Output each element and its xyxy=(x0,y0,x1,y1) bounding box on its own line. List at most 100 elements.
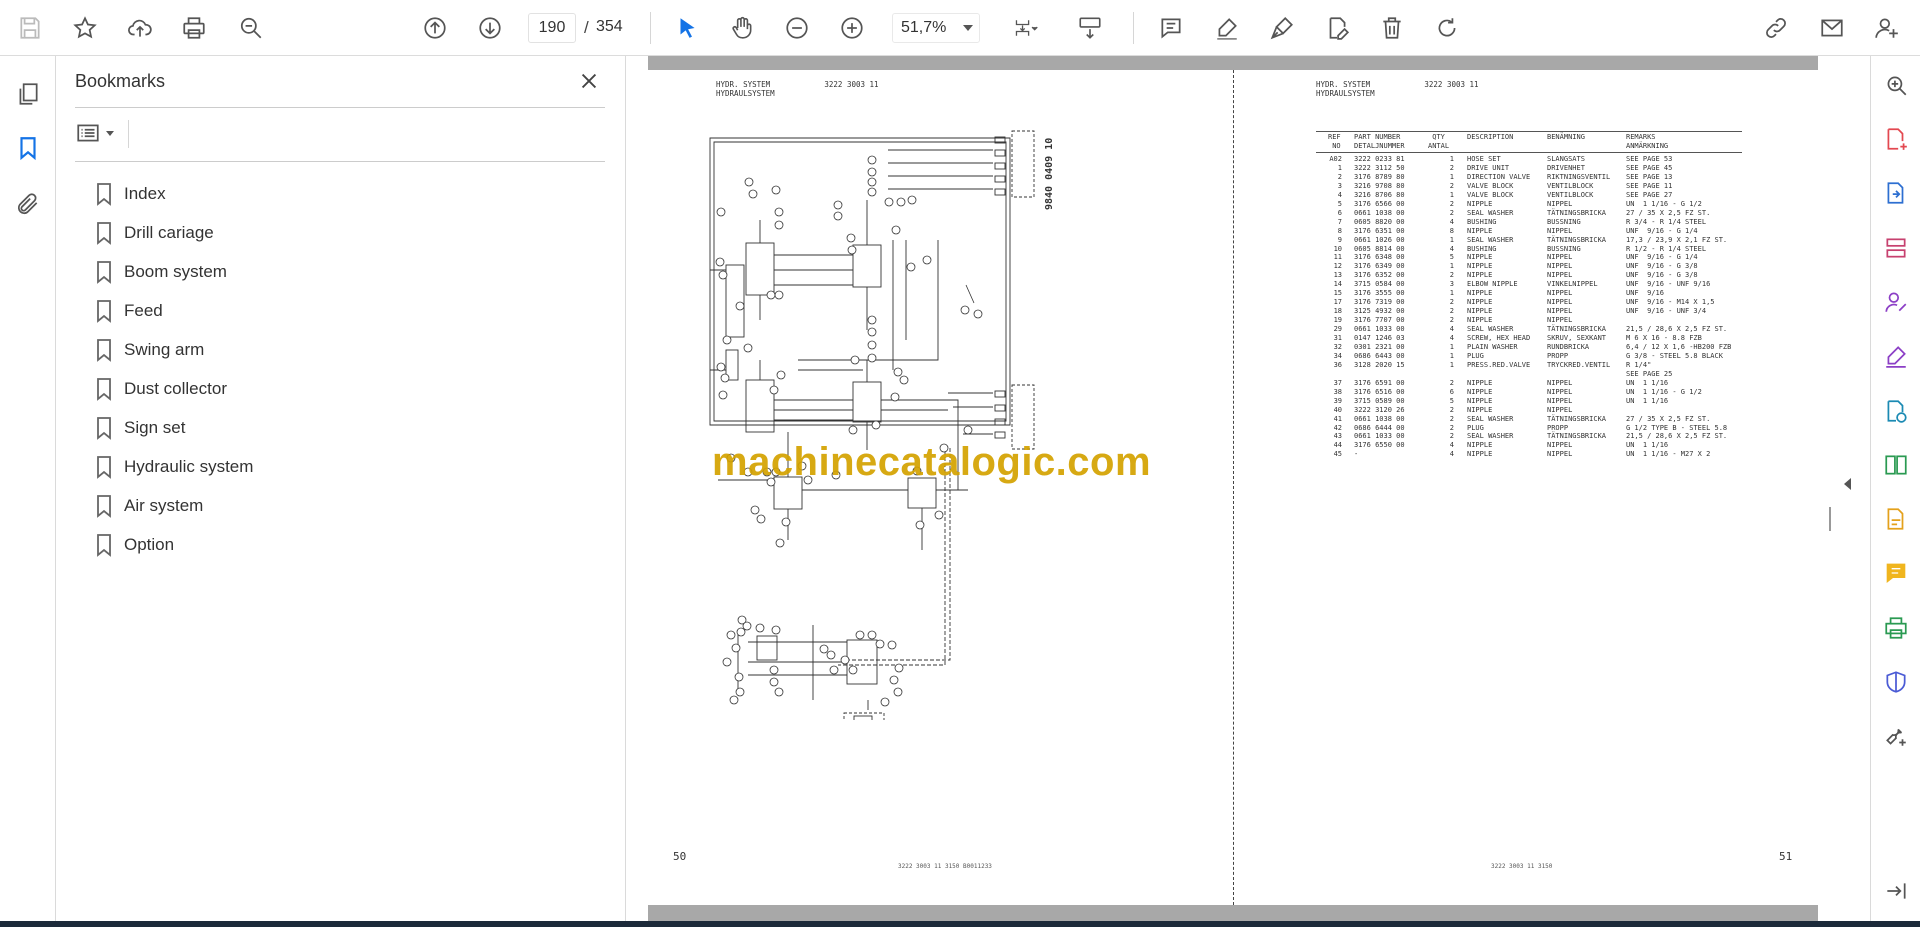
ref-cell: 5 xyxy=(1337,199,1342,208)
zoom-search-icon[interactable] xyxy=(232,9,270,47)
previous-page-icon[interactable] xyxy=(416,9,454,47)
zoom-in-icon[interactable] xyxy=(833,9,871,47)
print-production-icon[interactable] xyxy=(1879,611,1913,645)
attachment-icon[interactable] xyxy=(10,186,46,222)
table-row: 17 3176 7319 00 2 NIPPLE NIPPEL UNF 9/16 - M1… xyxy=(1316,298,1742,307)
description-cell: VALVE BLOCK xyxy=(1467,190,1514,199)
create-pdf-icon[interactable] xyxy=(1879,122,1913,156)
page-gap xyxy=(648,905,1818,921)
edit-document-icon[interactable] xyxy=(1318,9,1356,47)
page-number-input[interactable]: 190 xyxy=(528,13,576,43)
zoom-tool-icon[interactable] xyxy=(1879,68,1913,102)
qty-cell: 4 xyxy=(1449,325,1454,334)
select-cursor-icon[interactable] xyxy=(668,9,706,47)
part-number-cell: 3176 8789 80 xyxy=(1354,172,1405,181)
benamning-cell: TÄTNINGSBRICKA xyxy=(1547,208,1607,217)
qty-cell: 2 xyxy=(1449,414,1454,423)
bookmark-item[interactable]: Option xyxy=(94,525,253,564)
compare-files-icon[interactable] xyxy=(1879,448,1913,482)
trash-icon[interactable] xyxy=(1373,9,1411,47)
remarks-cell: UN 1 1/16 - M27 X 2 xyxy=(1626,450,1711,459)
print-icon[interactable] xyxy=(175,9,213,47)
comment-icon[interactable] xyxy=(1152,9,1190,47)
table-row: 5 3176 6566 00 2 NIPPLE NIPPEL UN 1 1/16 - G … xyxy=(1316,200,1742,209)
zoom-level-select[interactable]: 51,7% xyxy=(892,13,980,43)
next-page-icon[interactable] xyxy=(471,9,509,47)
benamning-cell: NIPPEL xyxy=(1547,262,1573,271)
description-cell: NIPPLE xyxy=(1467,405,1493,414)
description-cell: NIPPLE xyxy=(1467,450,1493,459)
save-icon[interactable] xyxy=(11,9,49,47)
remarks-cell: SEE PAGE 11 xyxy=(1626,181,1673,190)
part-number-cell: - xyxy=(1354,450,1359,459)
upload-cloud-icon[interactable] xyxy=(121,9,159,47)
bookmark-item[interactable]: Boom system xyxy=(94,252,253,291)
organize-pages-icon[interactable] xyxy=(1879,231,1913,265)
table-row: SEE PAGE 25 xyxy=(1316,370,1742,379)
bookmark-label: Air system xyxy=(124,495,204,515)
protect-shield-icon[interactable] xyxy=(1879,665,1913,699)
ref-cell: 3 xyxy=(1337,181,1342,190)
table-row: 15 3176 3555 00 1 NIPPLE NIPPEL UNF 9/16 xyxy=(1316,289,1742,298)
toolbar-divider xyxy=(650,12,651,44)
more-tools-icon[interactable] xyxy=(1879,719,1913,753)
remarks-cell: SEE PAGE 27 xyxy=(1626,190,1673,199)
page-display-icon[interactable] xyxy=(1001,9,1051,47)
bookmark-label: Boom system xyxy=(124,261,227,281)
left-navigation-rail xyxy=(0,56,56,921)
qty-cell: 1 xyxy=(1449,360,1454,369)
bookmark-item[interactable]: Swing arm xyxy=(94,330,253,369)
description-cell: BUSHING xyxy=(1467,244,1497,253)
remarks-cell: UN 1 1/16 - G 1/2 xyxy=(1626,387,1702,396)
page-thumbnails-icon[interactable] xyxy=(10,76,46,112)
bookmark-icon[interactable] xyxy=(10,130,46,166)
part-number-cell: 3216 9708 80 xyxy=(1354,181,1405,190)
bookmark-item[interactable]: Drill cariage xyxy=(94,213,253,252)
share-link-icon[interactable] xyxy=(1757,9,1795,47)
qty-cell: 4 xyxy=(1449,450,1454,459)
scroll-mode-icon[interactable] xyxy=(1071,9,1109,47)
table-row: 34 0686 6443 00 1 PLUG PROPP G 3/8 - STEEL 5.… xyxy=(1316,352,1742,361)
benamning-cell: PROPP xyxy=(1547,351,1569,360)
ref-cell: 12 xyxy=(1333,262,1342,271)
email-icon[interactable] xyxy=(1813,9,1851,47)
collapse-tools-handle[interactable] xyxy=(1844,478,1851,490)
zoom-out-icon[interactable] xyxy=(778,9,816,47)
scrollbar-thumb[interactable] xyxy=(1829,507,1831,531)
close-icon[interactable] xyxy=(576,68,602,94)
bookmark-icon xyxy=(97,377,111,401)
ref-cell: 36 xyxy=(1333,360,1342,369)
comment-tool-icon[interactable] xyxy=(1879,556,1913,590)
account-icon[interactable] xyxy=(1868,9,1906,47)
export-pdf-icon[interactable] xyxy=(1879,176,1913,210)
benamning-cell: SLANGSATS xyxy=(1547,155,1585,163)
request-signature-icon[interactable] xyxy=(1879,285,1913,319)
description-cell: ELBOW NIPPLE xyxy=(1467,280,1518,289)
remarks-cell: UNF 9/16 xyxy=(1626,289,1664,298)
qty-cell: 4 xyxy=(1449,334,1454,342)
edit-pdf-icon[interactable] xyxy=(1879,502,1913,536)
bookmark-item[interactable]: Dust collector xyxy=(94,369,253,408)
remarks-cell: R 3/4 - R 1/4 STEEL xyxy=(1626,217,1707,226)
qty-cell: 1 xyxy=(1449,172,1454,181)
bookmark-item[interactable]: Index xyxy=(94,174,253,213)
benamning-cell: RIKTNINGSVENTIL xyxy=(1547,172,1611,181)
remarks-cell: 27 / 35 X 2,5 FZ ST. xyxy=(1626,414,1711,423)
send-review-icon[interactable] xyxy=(1879,394,1913,428)
highlight-pen-icon[interactable] xyxy=(1208,9,1246,47)
fill-sign-icon[interactable] xyxy=(1879,339,1913,373)
bookmark-item[interactable]: Sign set xyxy=(94,408,253,447)
bookmark-item[interactable]: Feed xyxy=(94,291,253,330)
redo-icon[interactable] xyxy=(1428,9,1466,47)
table-row: 32 0301 2321 00 1 PLAIN WASHER RUNDBRICKA 6,4… xyxy=(1316,343,1742,352)
draw-signature-icon[interactable] xyxy=(1263,9,1301,47)
hand-tool-icon[interactable] xyxy=(723,9,761,47)
part-number-cell: 3176 7319 00 xyxy=(1354,298,1405,307)
star-icon[interactable] xyxy=(66,9,104,47)
bookmark-options-button[interactable] xyxy=(75,118,119,148)
expand-panel-icon[interactable] xyxy=(1879,874,1913,908)
bookmark-item[interactable]: Air system xyxy=(94,486,253,525)
bookmark-item[interactable]: Hydraulic system xyxy=(94,447,253,486)
part-number-cell: 0301 2321 00 xyxy=(1354,342,1405,351)
bookmark-icon xyxy=(97,221,111,245)
